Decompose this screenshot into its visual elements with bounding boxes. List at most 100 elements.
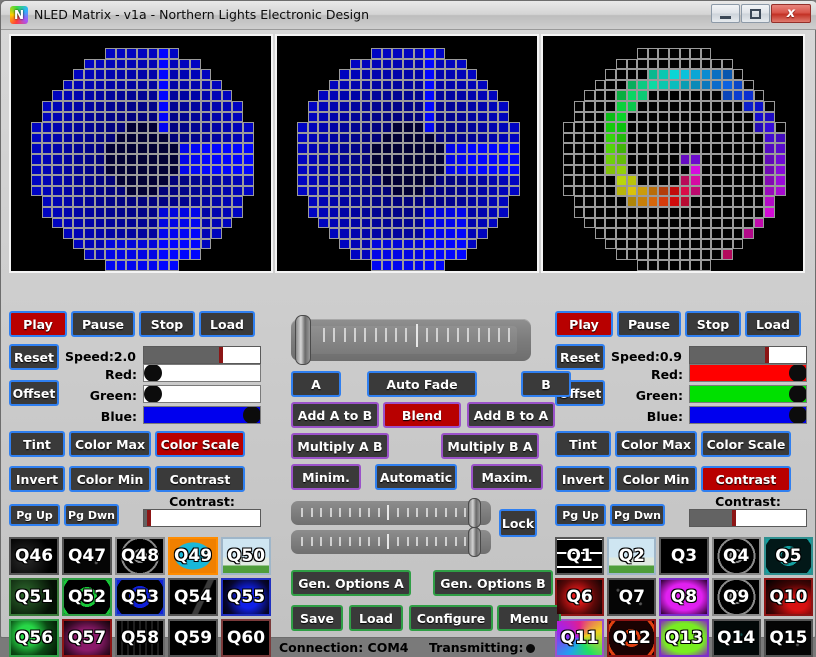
led-pixel[interactable] xyxy=(434,79,446,91)
led-pixel[interactable] xyxy=(137,207,148,218)
led-pixel[interactable] xyxy=(137,48,148,59)
led-pixel[interactable] xyxy=(392,58,403,70)
led-pixel[interactable] xyxy=(403,228,414,239)
led-pixel[interactable] xyxy=(147,154,159,165)
led-pixel[interactable] xyxy=(573,196,585,207)
led-pixel[interactable] xyxy=(445,90,456,101)
led-pixel[interactable] xyxy=(115,122,127,133)
led-pixel[interactable] xyxy=(328,122,340,133)
led-pixel[interactable] xyxy=(73,217,84,229)
led-pixel[interactable] xyxy=(764,143,775,154)
led-pixel[interactable] xyxy=(62,228,74,239)
led-pixel[interactable] xyxy=(179,101,190,112)
led-pixel[interactable] xyxy=(487,217,499,229)
led-pixel[interactable] xyxy=(200,143,212,154)
led-pixel[interactable] xyxy=(211,79,222,91)
led-pixel[interactable] xyxy=(573,143,585,154)
led-pixel[interactable] xyxy=(211,132,222,144)
led-pixel[interactable] xyxy=(722,79,733,91)
led-pixel[interactable] xyxy=(466,228,478,239)
led-pixel[interactable] xyxy=(84,154,95,165)
led-pixel[interactable] xyxy=(403,207,414,218)
led-pixel[interactable] xyxy=(328,217,340,229)
led-pixel[interactable] xyxy=(669,249,680,260)
limit-automatic-button[interactable]: Automatic xyxy=(375,464,457,490)
led-pixel[interactable] xyxy=(318,164,329,176)
led-pixel[interactable] xyxy=(711,58,722,70)
led-pixel[interactable] xyxy=(424,207,435,218)
led-pixel[interactable] xyxy=(658,132,669,144)
led-pixel[interactable] xyxy=(732,154,744,165)
led-pixel[interactable] xyxy=(371,143,382,154)
led-pixel[interactable] xyxy=(221,217,233,229)
led-pixel[interactable] xyxy=(158,90,169,101)
led-pixel[interactable] xyxy=(722,69,733,80)
led-pixel[interactable] xyxy=(424,69,435,80)
led-pixel[interactable] xyxy=(711,90,722,101)
led-pixel[interactable] xyxy=(350,143,361,154)
led-pixel[interactable] xyxy=(413,58,425,70)
led-pixel[interactable] xyxy=(509,122,520,133)
led-pixel[interactable] xyxy=(690,58,701,70)
led-pixel[interactable] xyxy=(62,185,74,197)
led-pixel[interactable] xyxy=(73,164,84,176)
thumbnail-q8[interactable]: Q8 xyxy=(659,578,709,616)
led-pixel[interactable] xyxy=(211,217,222,229)
led-pixel[interactable] xyxy=(126,48,137,59)
led-pixel[interactable] xyxy=(637,58,648,70)
led-pixel[interactable] xyxy=(137,185,148,197)
led-pixel[interactable] xyxy=(445,164,456,176)
led-pixel[interactable] xyxy=(243,132,254,144)
led-pixel[interactable] xyxy=(573,175,585,186)
led-pixel[interactable] xyxy=(658,196,669,207)
led-pixel[interactable] xyxy=(711,196,722,207)
led-pixel[interactable] xyxy=(594,122,606,133)
led-pixel[interactable] xyxy=(147,111,159,123)
led-pixel[interactable] xyxy=(232,164,243,176)
led-pixel[interactable] xyxy=(179,175,190,186)
reset-b-button[interactable]: Reset xyxy=(555,344,605,370)
led-pixel[interactable] xyxy=(200,185,212,197)
led-pixel[interactable] xyxy=(115,185,127,197)
led-pixel[interactable] xyxy=(434,164,446,176)
led-pixel[interactable] xyxy=(179,228,190,239)
led-pixel[interactable] xyxy=(73,79,84,91)
led-pixel[interactable] xyxy=(658,175,669,186)
led-pixel[interactable] xyxy=(456,164,467,176)
led-pixel[interactable] xyxy=(434,217,446,229)
led-pixel[interactable] xyxy=(487,132,499,144)
led-pixel[interactable] xyxy=(456,58,467,70)
led-pixel[interactable] xyxy=(350,122,361,133)
led-pixel[interactable] xyxy=(371,132,382,144)
led-pixel[interactable] xyxy=(466,154,478,165)
led-pixel[interactable] xyxy=(775,164,786,176)
led-pixel[interactable] xyxy=(126,228,137,239)
led-pixel[interactable] xyxy=(679,69,691,80)
led-pixel[interactable] xyxy=(477,217,488,229)
blend-add-b-to-a-button[interactable]: Add B to A xyxy=(467,402,555,428)
led-pixel[interactable] xyxy=(221,196,233,207)
mix-slider[interactable] xyxy=(291,315,531,365)
led-pixel[interactable] xyxy=(647,260,659,271)
led-pixel[interactable] xyxy=(466,69,478,80)
led-pixel[interactable] xyxy=(179,164,190,176)
thumbnail-q47[interactable]: Q47 xyxy=(62,537,112,575)
led-pixel[interactable] xyxy=(434,175,446,186)
led-pixel[interactable] xyxy=(647,238,659,250)
led-pixel[interactable] xyxy=(753,164,765,176)
led-pixel[interactable] xyxy=(647,111,659,123)
led-pixel[interactable] xyxy=(339,101,350,112)
led-pixel[interactable] xyxy=(690,90,701,101)
led-pixel[interactable] xyxy=(371,69,382,80)
led-pixel[interactable] xyxy=(392,228,403,239)
led-pixel[interactable] xyxy=(360,228,372,239)
led-pixel[interactable] xyxy=(424,90,435,101)
led-pixel[interactable] xyxy=(158,122,169,133)
led-pixel[interactable] xyxy=(456,132,467,144)
led-pixel[interactable] xyxy=(126,260,137,271)
led-pixel[interactable] xyxy=(350,185,361,197)
pg-up-a-button[interactable]: Pg Up xyxy=(9,504,60,526)
channel-knob[interactable] xyxy=(144,386,162,402)
led-pixel[interactable] xyxy=(381,122,393,133)
led-pixel[interactable] xyxy=(722,217,733,229)
